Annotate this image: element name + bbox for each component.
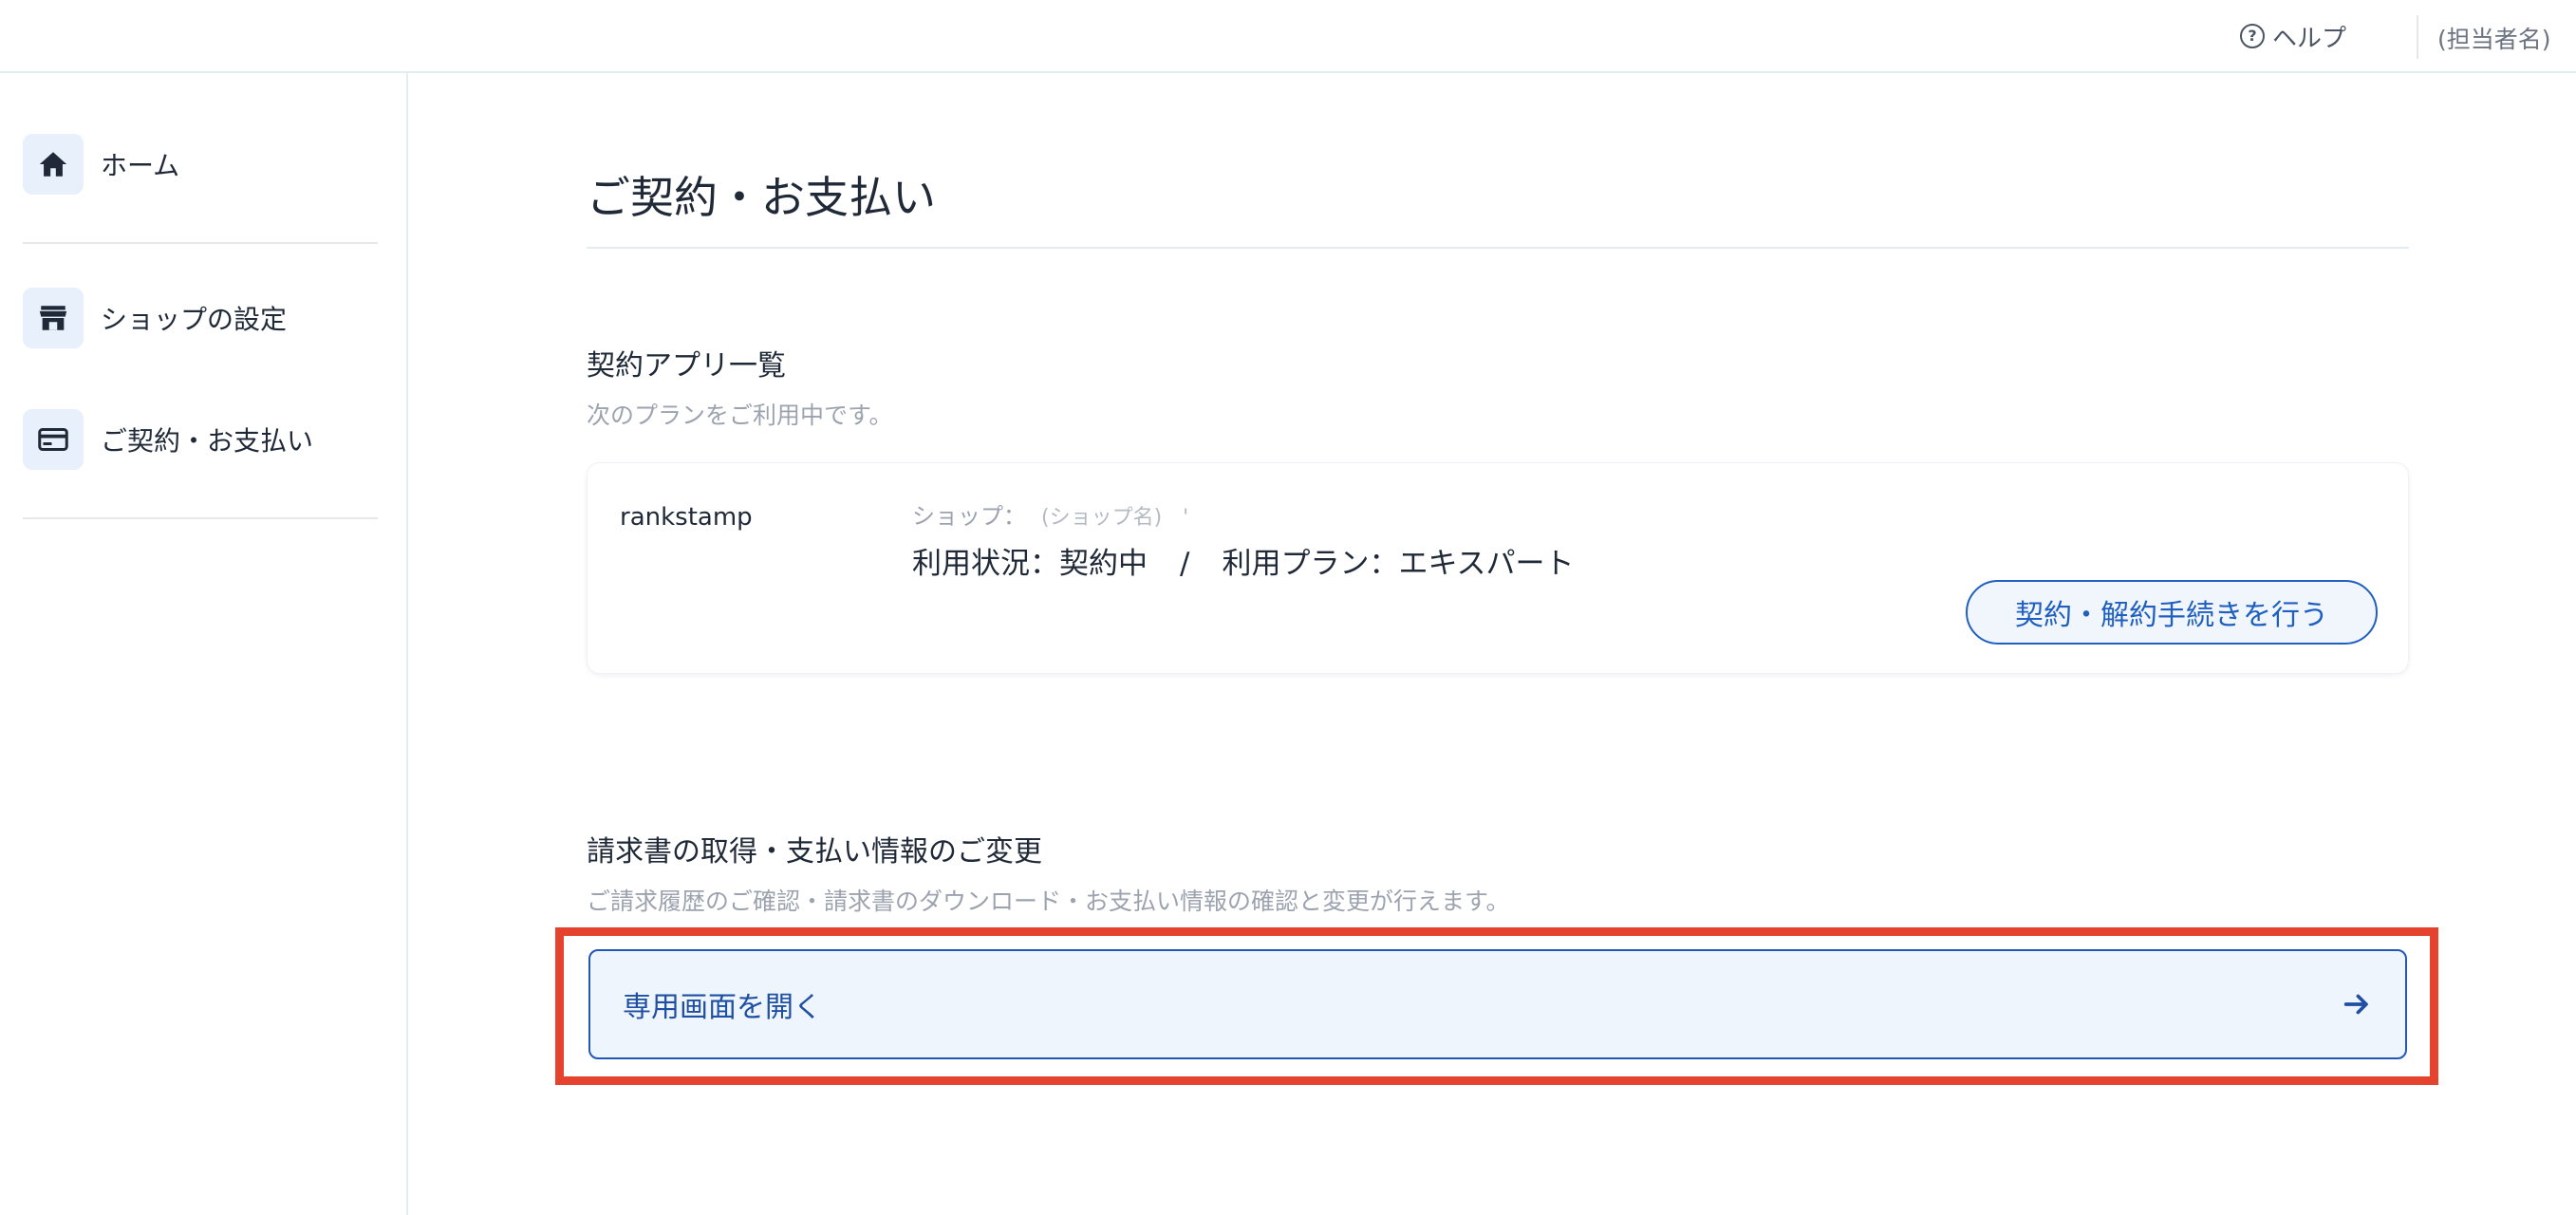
contract-status: 利用状況：契約中 <box>912 547 1148 581</box>
sidebar-divider <box>23 517 378 519</box>
app-name: rankstamp <box>620 503 753 532</box>
shop-line: ショップ： (ショップ名) ' <box>912 497 1188 531</box>
sidebar-item-label: ご契約・お支払い <box>101 425 314 457</box>
open-billing-portal-label: 専用画面を開く <box>623 991 822 1024</box>
title-divider <box>587 247 2409 249</box>
sidebar: ホーム ショップの設定 ご契約・お支払い <box>0 73 408 1215</box>
question-circle-icon: ? <box>2240 24 2265 48</box>
billing-heading: 請求書の取得・支払い情報のご変更 <box>587 835 1042 869</box>
contract-procedure-button[interactable]: 契約・解約手続きを行う <box>1966 580 2378 645</box>
sidebar-item-shop-settings[interactable]: ショップの設定 <box>23 288 287 348</box>
contract-card: rankstamp ショップ： (ショップ名) ' 利用状況：契約中 / 利用プラン：… <box>587 462 2409 674</box>
open-billing-portal-button[interactable]: 専用画面を開く <box>588 949 2407 1059</box>
header-divider <box>2417 15 2418 59</box>
sidebar-item-label: ホーム <box>101 150 180 181</box>
store-icon <box>23 288 84 348</box>
user-name[interactable]: (担当者名) <box>2437 21 2551 55</box>
billing-description: ご請求履歴のご確認・請求書のダウンロード・お支払い情報の確認と変更が行えます。 <box>587 888 1510 915</box>
shop-value: (ショップ名) ' <box>1041 506 1189 530</box>
plan-name: 利用プラン：エキスパート <box>1222 547 1575 581</box>
contracts-description: 次のプランをご利用中です。 <box>587 402 893 429</box>
help-label: ヘルプ <box>2272 24 2347 53</box>
arrow-right-icon <box>2341 988 2373 1020</box>
top-header: ? ヘルプ (担当者名) <box>0 0 2576 73</box>
shop-label: ショップ： <box>912 503 1026 530</box>
sidebar-divider <box>23 242 378 244</box>
credit-card-icon <box>23 409 84 470</box>
home-icon <box>23 134 84 195</box>
contracts-heading: 契約アプリ一覧 <box>587 349 786 383</box>
page-title: ご契約・お支払い <box>587 172 936 223</box>
status-line: 利用状況：契約中 / 利用プラン：エキスパート <box>912 539 1575 582</box>
status-separator: / <box>1180 547 1190 581</box>
sidebar-item-label: ショップの設定 <box>101 304 288 335</box>
sidebar-item-home[interactable]: ホーム <box>23 134 179 195</box>
sidebar-item-contract-payment[interactable]: ご契約・お支払い <box>23 409 313 470</box>
help-link[interactable]: ? ヘルプ <box>2240 17 2346 55</box>
